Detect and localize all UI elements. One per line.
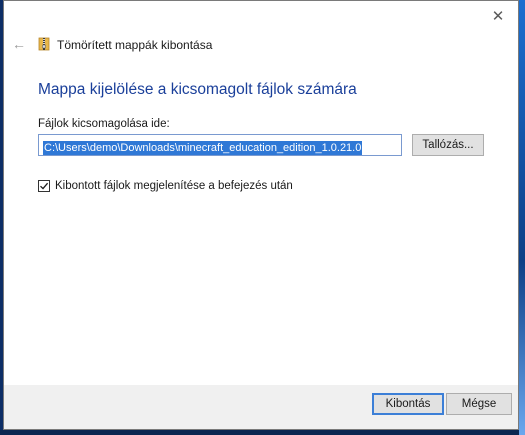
close-icon: ✕ <box>491 8 505 25</box>
show-files-label[interactable]: Kibontott fájlok megjelenítése a befejez… <box>55 180 293 192</box>
window-title: Tömörített mappák kibontása <box>57 38 213 52</box>
page-heading: Mappa kijelölése a kicsomagolt fájlok sz… <box>38 81 357 98</box>
close-button[interactable]: ✕ <box>484 5 512 29</box>
destination-label: Fájlok kicsomagolása ide: <box>38 118 170 130</box>
checkmark-icon <box>40 182 49 190</box>
back-button[interactable]: ← <box>10 35 28 53</box>
extract-button[interactable]: Kibontás <box>372 393 444 415</box>
desktop-background <box>519 0 525 435</box>
taskbar-strip <box>0 430 519 435</box>
title-bar: ✕ <box>4 1 518 31</box>
destination-path-input[interactable]: C:\Users\demo\Downloads\minecraft_educat… <box>38 134 402 156</box>
back-arrow-icon: ← <box>12 36 26 52</box>
browse-button[interactable]: Tallózás... <box>412 134 484 156</box>
dialog-footer: Kibontás Mégse <box>4 385 518 429</box>
extract-dialog: ✕ ← Tömörített mappák kibontása Mappa ki… <box>3 0 519 430</box>
destination-path-text: C:\Users\demo\Downloads\minecraft_educat… <box>43 141 363 155</box>
show-files-checkbox[interactable] <box>38 180 50 192</box>
cancel-button[interactable]: Mégse <box>446 393 512 415</box>
folder-zip-icon <box>38 37 50 51</box>
